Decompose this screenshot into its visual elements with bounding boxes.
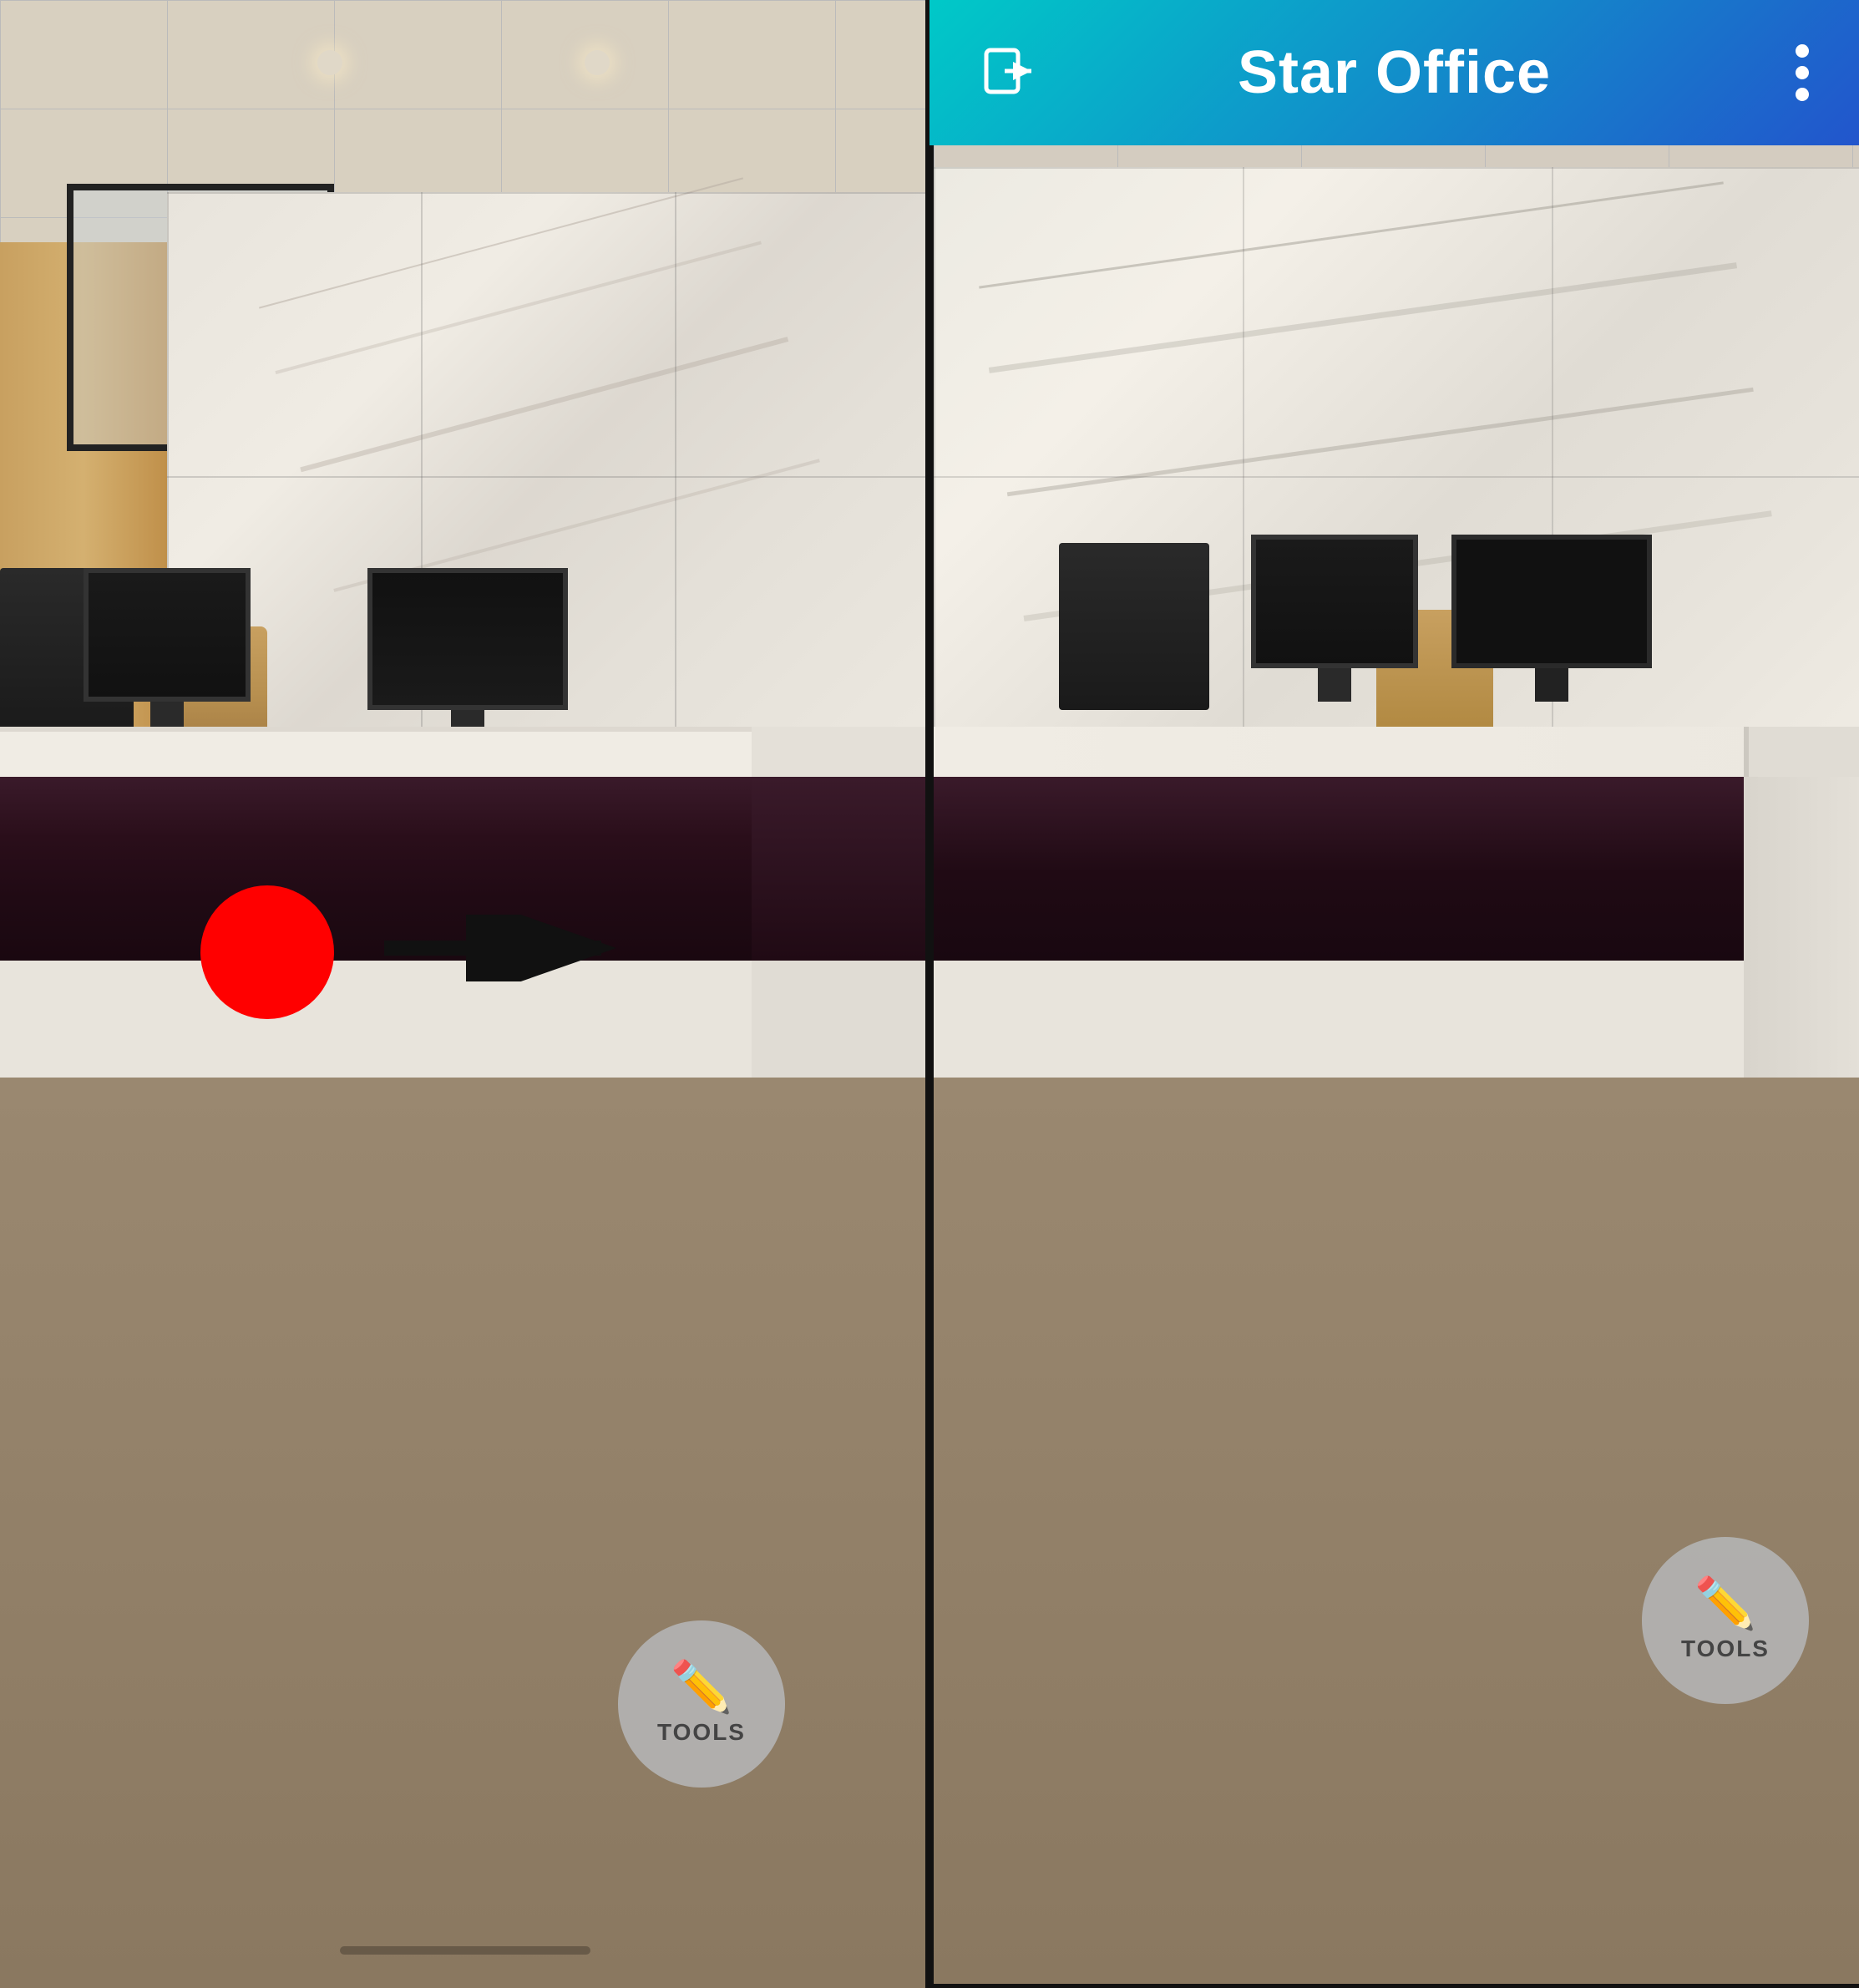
app-title: Star Office <box>1238 38 1551 107</box>
desk-left <box>0 727 930 1078</box>
right-photo-panel: ✏️ TOOLS 1 <box>934 0 1859 1988</box>
menu-dot-3 <box>1796 88 1809 101</box>
direction-arrow <box>376 915 626 981</box>
home-indicator-left <box>0 1946 930 1955</box>
defect-marker <box>200 885 334 1019</box>
floor-left <box>0 1078 930 1988</box>
tools-label-right: TOOLS <box>1681 1636 1770 1662</box>
home-bar-left <box>340 1946 590 1955</box>
light-left-1 <box>317 50 342 75</box>
app-header: Star Office <box>930 0 1859 145</box>
menu-dot-2 <box>1796 66 1809 79</box>
pencil-icon-left: ✏️ <box>671 1662 733 1712</box>
desk-right <box>934 727 1859 1078</box>
tools-fab-right[interactable]: ✏️ TOOLS <box>1642 1537 1809 1704</box>
left-photo-panel: ✏️ TOOLS <box>0 0 930 1988</box>
floor-right <box>934 1078 1859 1988</box>
tools-label-left: TOOLS <box>657 1719 746 1746</box>
monitor-right-1 <box>1251 535 1418 718</box>
monitor-right-2 <box>1451 535 1652 718</box>
panel-divider <box>925 0 934 1988</box>
device-right <box>1059 543 1209 710</box>
monitor-left-1 <box>84 568 251 735</box>
more-menu-button[interactable] <box>1796 44 1809 101</box>
tools-fab-left[interactable]: ✏️ TOOLS <box>618 1620 785 1788</box>
back-button[interactable] <box>980 43 1038 102</box>
monitor-left-2 <box>367 568 568 752</box>
light-left-2 <box>585 50 610 75</box>
bottom-active-line <box>934 1984 1859 1988</box>
pencil-icon-right: ✏️ <box>1694 1579 1757 1629</box>
menu-dot-1 <box>1796 44 1809 58</box>
